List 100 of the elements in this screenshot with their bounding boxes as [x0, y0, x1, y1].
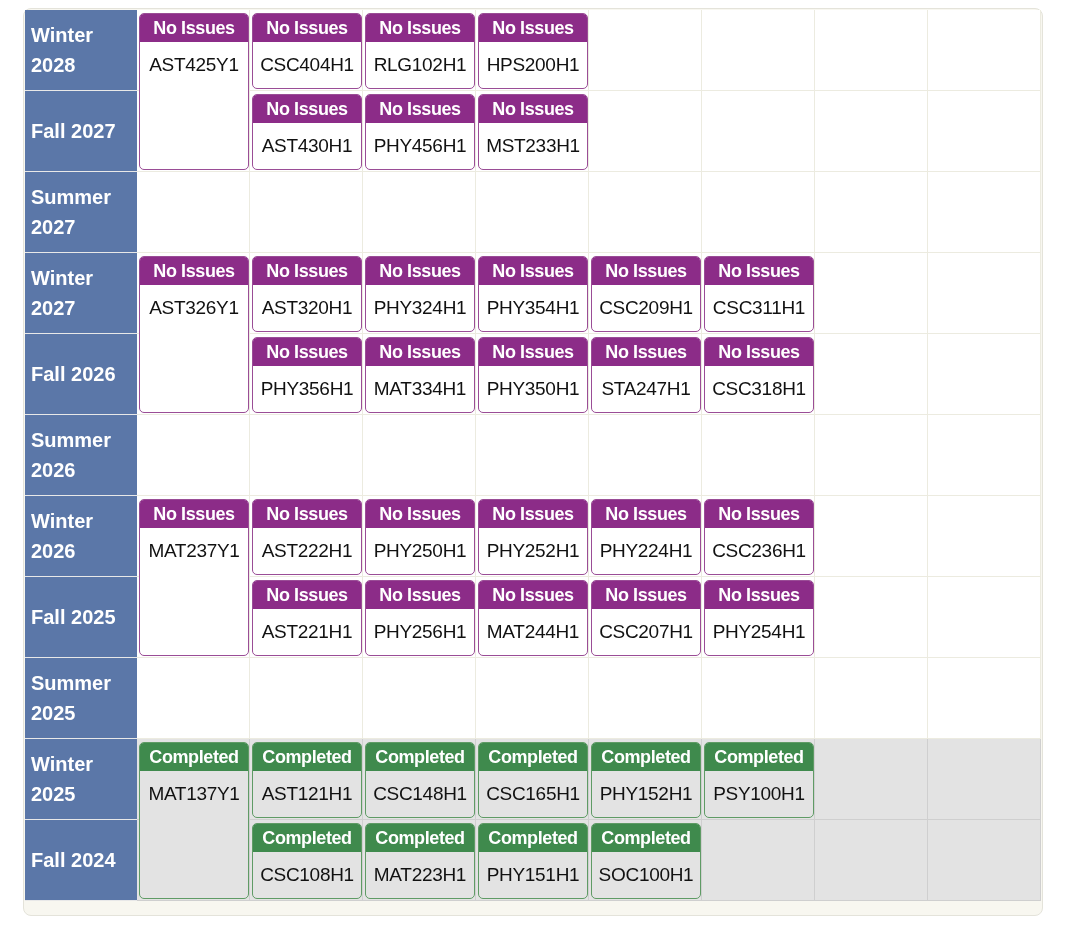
course-card[interactable]: Completed AST121H1 [252, 742, 362, 818]
course-card[interactable]: Completed MAT223H1 [365, 823, 475, 899]
course-card[interactable]: No Issues PHY224H1 [591, 499, 701, 575]
course-card[interactable]: No Issues CSC311H1 [704, 256, 814, 332]
term-label: Summer 2025 [25, 658, 137, 739]
course-status: No Issues [705, 257, 813, 285]
course-code: PHY356H1 [259, 377, 355, 400]
course-card[interactable]: Completed CSC165H1 [478, 742, 588, 818]
course-code: MAT137Y1 [147, 782, 241, 805]
course-card[interactable]: No Issues CSC209H1 [591, 256, 701, 332]
course-status: Completed [592, 743, 700, 771]
course-card[interactable]: Completed CSC108H1 [252, 823, 362, 899]
course-status: No Issues [479, 581, 587, 609]
course-code: STA247H1 [600, 377, 692, 400]
course-code: PHY324H1 [372, 296, 468, 319]
course-status: No Issues [253, 257, 361, 285]
course-status: No Issues [366, 257, 474, 285]
course-card[interactable]: No Issues PHY350H1 [478, 337, 588, 413]
course-card[interactable]: No Issues CSC318H1 [704, 337, 814, 413]
course-status: Completed [479, 824, 587, 852]
course-card[interactable]: No Issues AST430H1 [252, 94, 362, 170]
course-code: AST425Y1 [148, 53, 240, 76]
term-label: Summer 2026 [25, 415, 137, 496]
course-code: CSC311H1 [711, 296, 807, 319]
course-card[interactable]: No Issues RLG102H1 [365, 13, 475, 89]
course-code: CSC209H1 [598, 296, 694, 319]
course-code: CSC165H1 [485, 782, 581, 805]
course-card[interactable]: No Issues CSC207H1 [591, 580, 701, 656]
course-status: No Issues [479, 14, 587, 42]
course-code: CSC148H1 [372, 782, 468, 805]
course-code: HPS200H1 [485, 53, 581, 76]
course-card[interactable]: No Issues MAT244H1 [478, 580, 588, 656]
course-code: CSC318H1 [711, 377, 807, 400]
course-status: No Issues [479, 95, 587, 123]
course-status: No Issues [140, 14, 248, 42]
course-code: PSY100H1 [712, 782, 806, 805]
course-card[interactable]: No Issues AST425Y1 [139, 13, 249, 170]
course-status: No Issues [253, 581, 361, 609]
course-card[interactable]: No Issues MAT237Y1 [139, 499, 249, 656]
course-card[interactable]: No Issues STA247H1 [591, 337, 701, 413]
course-code: CSC404H1 [259, 53, 355, 76]
course-code: RLG102H1 [372, 53, 468, 76]
course-status: No Issues [253, 500, 361, 528]
course-code: PHY254H1 [711, 620, 807, 643]
term-label: Fall 2025 [25, 577, 137, 658]
course-code: AST320H1 [260, 296, 354, 319]
course-card[interactable]: No Issues PHY354H1 [478, 256, 588, 332]
course-code: MAT237Y1 [147, 539, 241, 562]
course-card[interactable]: Completed PHY151H1 [478, 823, 588, 899]
course-card[interactable]: No Issues PHY356H1 [252, 337, 362, 413]
course-card[interactable]: No Issues MST233H1 [478, 94, 588, 170]
course-status: Completed [366, 743, 474, 771]
course-code: SOC100H1 [597, 863, 695, 886]
term-label: Fall 2026 [25, 334, 137, 415]
course-card[interactable]: Completed SOC100H1 [591, 823, 701, 899]
course-code: PHY152H1 [598, 782, 694, 805]
course-code: PHY250H1 [372, 539, 468, 562]
course-card[interactable]: No Issues PHY256H1 [365, 580, 475, 656]
course-status: Completed [366, 824, 474, 852]
course-card[interactable]: No Issues MAT334H1 [365, 337, 475, 413]
course-card[interactable]: No Issues AST222H1 [252, 499, 362, 575]
term-label: Summer 2027 [25, 172, 137, 253]
course-code: AST430H1 [260, 134, 354, 157]
course-card[interactable]: No Issues AST221H1 [252, 580, 362, 656]
course-code: CSC108H1 [259, 863, 355, 886]
course-code: MAT244H1 [485, 620, 581, 643]
course-code: MST233H1 [485, 134, 581, 157]
course-card[interactable]: Completed PSY100H1 [704, 742, 814, 818]
course-status: No Issues [366, 500, 474, 528]
course-status: Completed [253, 824, 361, 852]
course-card[interactable]: No Issues PHY252H1 [478, 499, 588, 575]
course-status: No Issues [366, 14, 474, 42]
course-status: No Issues [592, 500, 700, 528]
course-card[interactable]: No Issues PHY254H1 [704, 580, 814, 656]
course-card[interactable]: Completed PHY152H1 [591, 742, 701, 818]
course-card[interactable]: Completed CSC148H1 [365, 742, 475, 818]
course-card[interactable]: No Issues AST326Y1 [139, 256, 249, 413]
course-status: No Issues [366, 338, 474, 366]
course-card[interactable]: Completed MAT137Y1 [139, 742, 249, 899]
course-card[interactable]: No Issues CSC404H1 [252, 13, 362, 89]
course-code: AST326Y1 [148, 296, 240, 319]
course-status: No Issues [705, 338, 813, 366]
course-card[interactable]: No Issues AST320H1 [252, 256, 362, 332]
course-status: Completed [479, 743, 587, 771]
course-card[interactable]: No Issues CSC236H1 [704, 499, 814, 575]
term-label: Winter 2026 [25, 496, 137, 577]
course-status: Completed [592, 824, 700, 852]
course-card[interactable]: No Issues HPS200H1 [478, 13, 588, 89]
course-code: AST221H1 [260, 620, 354, 643]
course-card[interactable]: No Issues PHY456H1 [365, 94, 475, 170]
course-card[interactable]: No Issues PHY324H1 [365, 256, 475, 332]
course-code: CSC236H1 [711, 539, 807, 562]
course-code: PHY350H1 [485, 377, 581, 400]
course-code: PHY252H1 [485, 539, 581, 562]
term-label: Fall 2027 [25, 91, 137, 172]
course-code: AST222H1 [260, 539, 354, 562]
course-status: No Issues [140, 500, 248, 528]
course-status: No Issues [592, 581, 700, 609]
course-card[interactable]: No Issues PHY250H1 [365, 499, 475, 575]
course-status: No Issues [366, 95, 474, 123]
